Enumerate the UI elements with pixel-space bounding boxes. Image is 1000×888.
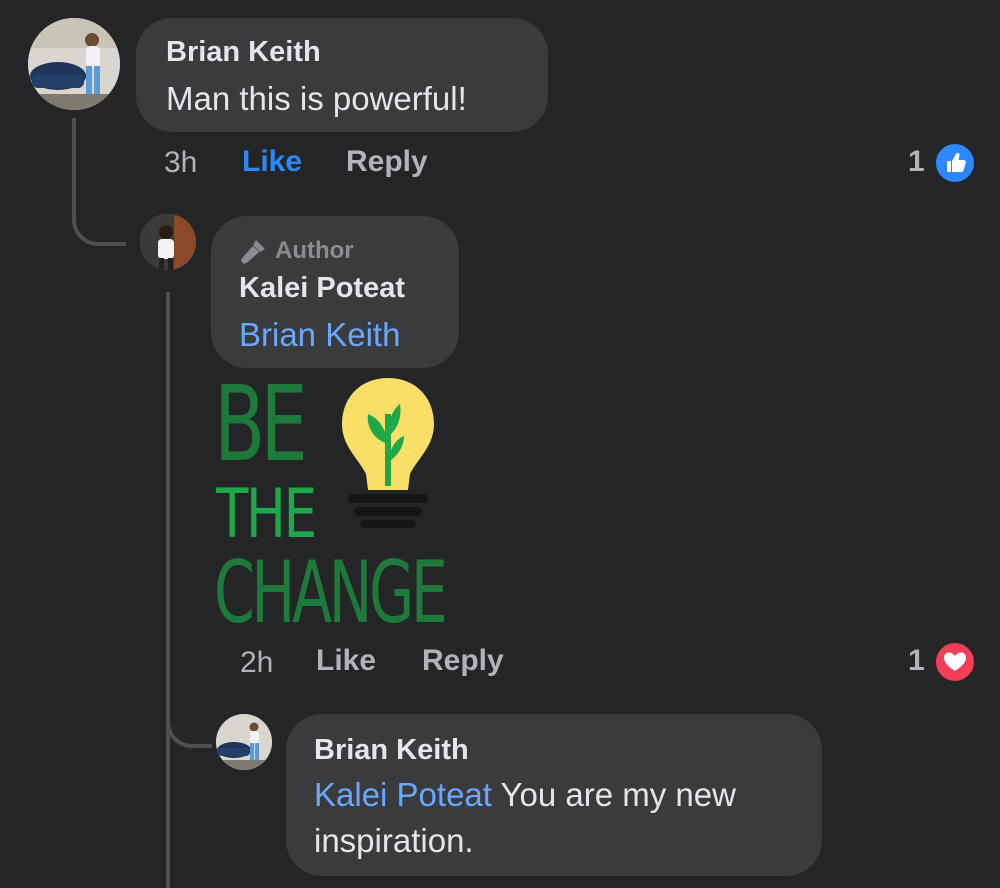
microphone-icon (241, 240, 265, 264)
lightbulb-sprout-icon (342, 378, 434, 528)
reaction-count[interactable]: 1 (908, 644, 925, 678)
comment-bubble[interactable]: Brian Keith Kalei Poteat You are my new … (286, 714, 822, 876)
reply-button[interactable]: Reply (422, 644, 504, 678)
thread-connector-2 (166, 292, 170, 888)
comment-text-line-1: You are my new (491, 776, 736, 813)
thread-connector-3 (166, 700, 212, 748)
avatar-photo-icon (216, 714, 272, 770)
like-thumb-icon[interactable] (934, 142, 976, 184)
thread-connector-1 (72, 118, 126, 246)
avatar-photo-icon (28, 18, 120, 110)
reply-button[interactable]: Reply (346, 145, 428, 179)
love-heart-icon[interactable] (934, 641, 976, 683)
comment-text: Man this is powerful! (166, 80, 467, 117)
comment-author[interactable]: Brian Keith (314, 734, 469, 767)
sticker-be-the-change[interactable]: BE THE CHANGE (212, 363, 468, 643)
author-badge: Author (239, 236, 354, 266)
author-badge-label: Author (275, 237, 354, 264)
like-button[interactable]: Like (242, 145, 302, 179)
like-button[interactable]: Like (316, 644, 376, 678)
avatar[interactable] (140, 214, 196, 270)
comment-author[interactable]: Brian Keith (166, 36, 321, 69)
comment-bubble[interactable]: Author Kalei Poteat Brian Keith (211, 216, 459, 368)
mention-link[interactable]: Brian Keith (239, 316, 400, 354)
avatar-photo-icon (140, 214, 196, 270)
comment-author[interactable]: Kalei Poteat (239, 272, 405, 305)
sticker-text-change: CHANGE (214, 543, 448, 643)
comment-bubble[interactable]: Brian Keith Man this is powerful! (136, 18, 548, 132)
mention-link[interactable]: Kalei Poteat (314, 776, 492, 813)
comment-timestamp[interactable]: 3h (164, 146, 197, 180)
sticker-text-be: BE (214, 363, 308, 485)
reaction-count[interactable]: 1 (908, 145, 925, 179)
avatar[interactable] (216, 714, 272, 770)
comment-timestamp[interactable]: 2h (240, 646, 273, 680)
comment-text: Kalei Poteat You are my new (314, 776, 736, 814)
sticker-text-the: THE (216, 475, 317, 554)
avatar[interactable] (28, 18, 120, 110)
comment-text-line-2: inspiration. (314, 822, 474, 859)
